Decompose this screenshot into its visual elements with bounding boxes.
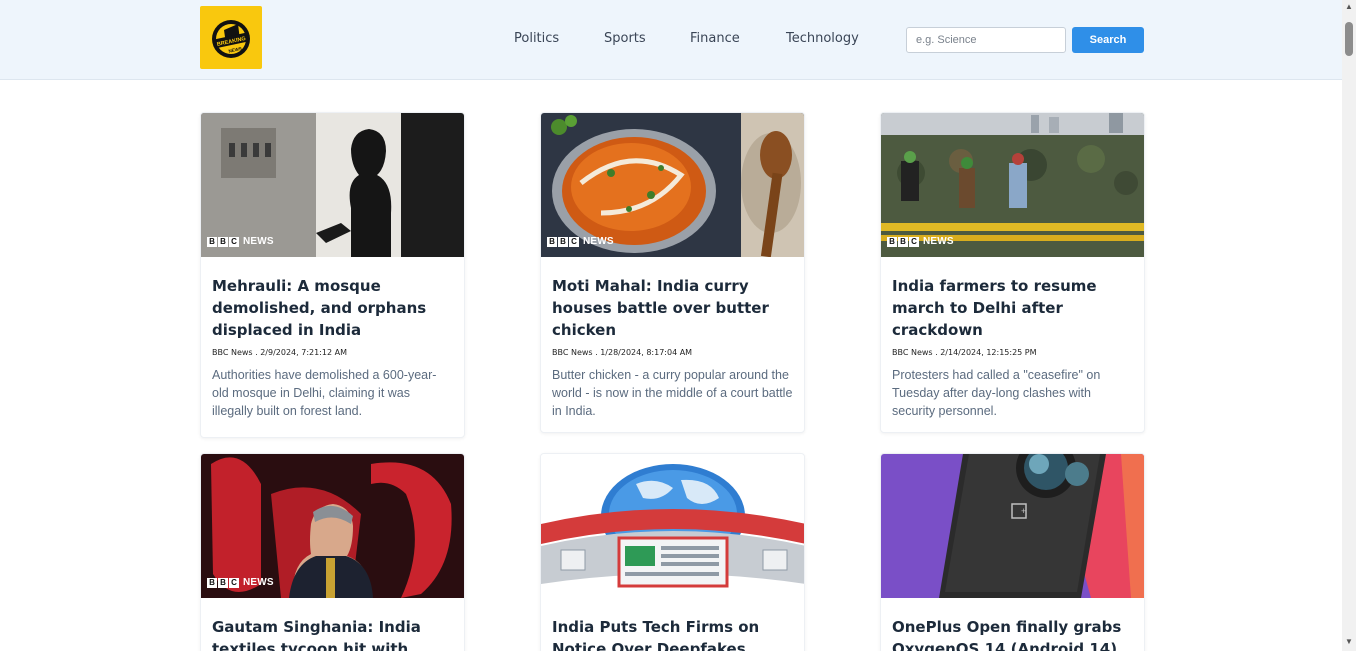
nav-link-sports[interactable]: Sports [604,31,646,46]
bbc-news-badge: B B C NEWS [207,236,274,247]
nav-link-technology[interactable]: Technology [786,31,859,46]
article-image: B B C NEWS [201,113,464,257]
article-meta: BBC News . 1/28/2024, 8:17:04 AM [552,348,693,357]
article-card[interactable]: India Puts Tech Firms on Notice Over Dee… [540,453,805,651]
scroll-up-arrow-icon[interactable]: ▲ [1345,3,1353,11]
article-title[interactable]: Mehrauli: A mosque demolished, and orpha… [212,275,453,341]
article-title[interactable]: India farmers to resume march to Delhi a… [892,275,1133,341]
article-card[interactable]: + OnePlus Open finally grabs OxygenOS 14… [880,453,1145,651]
article-description: Butter chicken - a curry popular around … [552,368,793,418]
article-image: B B C NEWS [881,113,1144,257]
article-card[interactable]: B B C NEWS Moti Mahal: India curry house… [540,112,805,433]
article-image: B B C NEWS [201,454,464,598]
top-navbar: BREAKING NEWS Politics Sports Finance Te… [0,0,1342,80]
article-card[interactable]: B B C NEWS Mehrauli: A mosque demolished… [200,112,465,438]
article-description: Authorities have demolished a 600-year-o… [212,368,437,418]
breaking-news-logo[interactable]: BREAKING NEWS [200,6,262,69]
article-title[interactable]: Gautam Singhania: India textiles tycoon … [212,616,453,651]
scrollbar-thumb[interactable] [1345,22,1353,56]
search-button[interactable]: Search [1072,27,1144,53]
bbc-news-badge: B B C NEWS [547,236,614,247]
search-input[interactable] [906,27,1066,53]
bbc-news-badge: B B C NEWS [207,577,274,588]
article-image [541,454,804,598]
article-meta: BBC News . 2/14/2024, 12:15:25 PM [892,348,1037,357]
vertical-scrollbar[interactable]: ▲ ▼ [1342,0,1356,651]
article-card[interactable]: B B C NEWS India farmers to resume march… [880,112,1145,433]
svg-text:+: + [1021,506,1026,516]
nav-link-finance[interactable]: Finance [690,31,740,46]
nav-link-politics[interactable]: Politics [514,31,559,46]
article-image: B B C NEWS [541,113,804,257]
article-title[interactable]: OnePlus Open finally grabs OxygenOS 14 (… [892,616,1133,651]
article-title[interactable]: Moti Mahal: India curry houses battle ov… [552,275,793,341]
article-image: + [881,454,1144,598]
bbc-news-badge: B B C NEWS [887,236,954,247]
scroll-down-arrow-icon[interactable]: ▼ [1345,638,1353,646]
article-card[interactable]: B B C NEWS Gautam Singhania: India texti… [200,453,465,651]
article-title[interactable]: India Puts Tech Firms on Notice Over Dee… [552,616,793,651]
article-meta: BBC News . 2/9/2024, 7:21:12 AM [212,348,347,357]
article-description: Protesters had called a "ceasefire" on T… [892,368,1101,418]
